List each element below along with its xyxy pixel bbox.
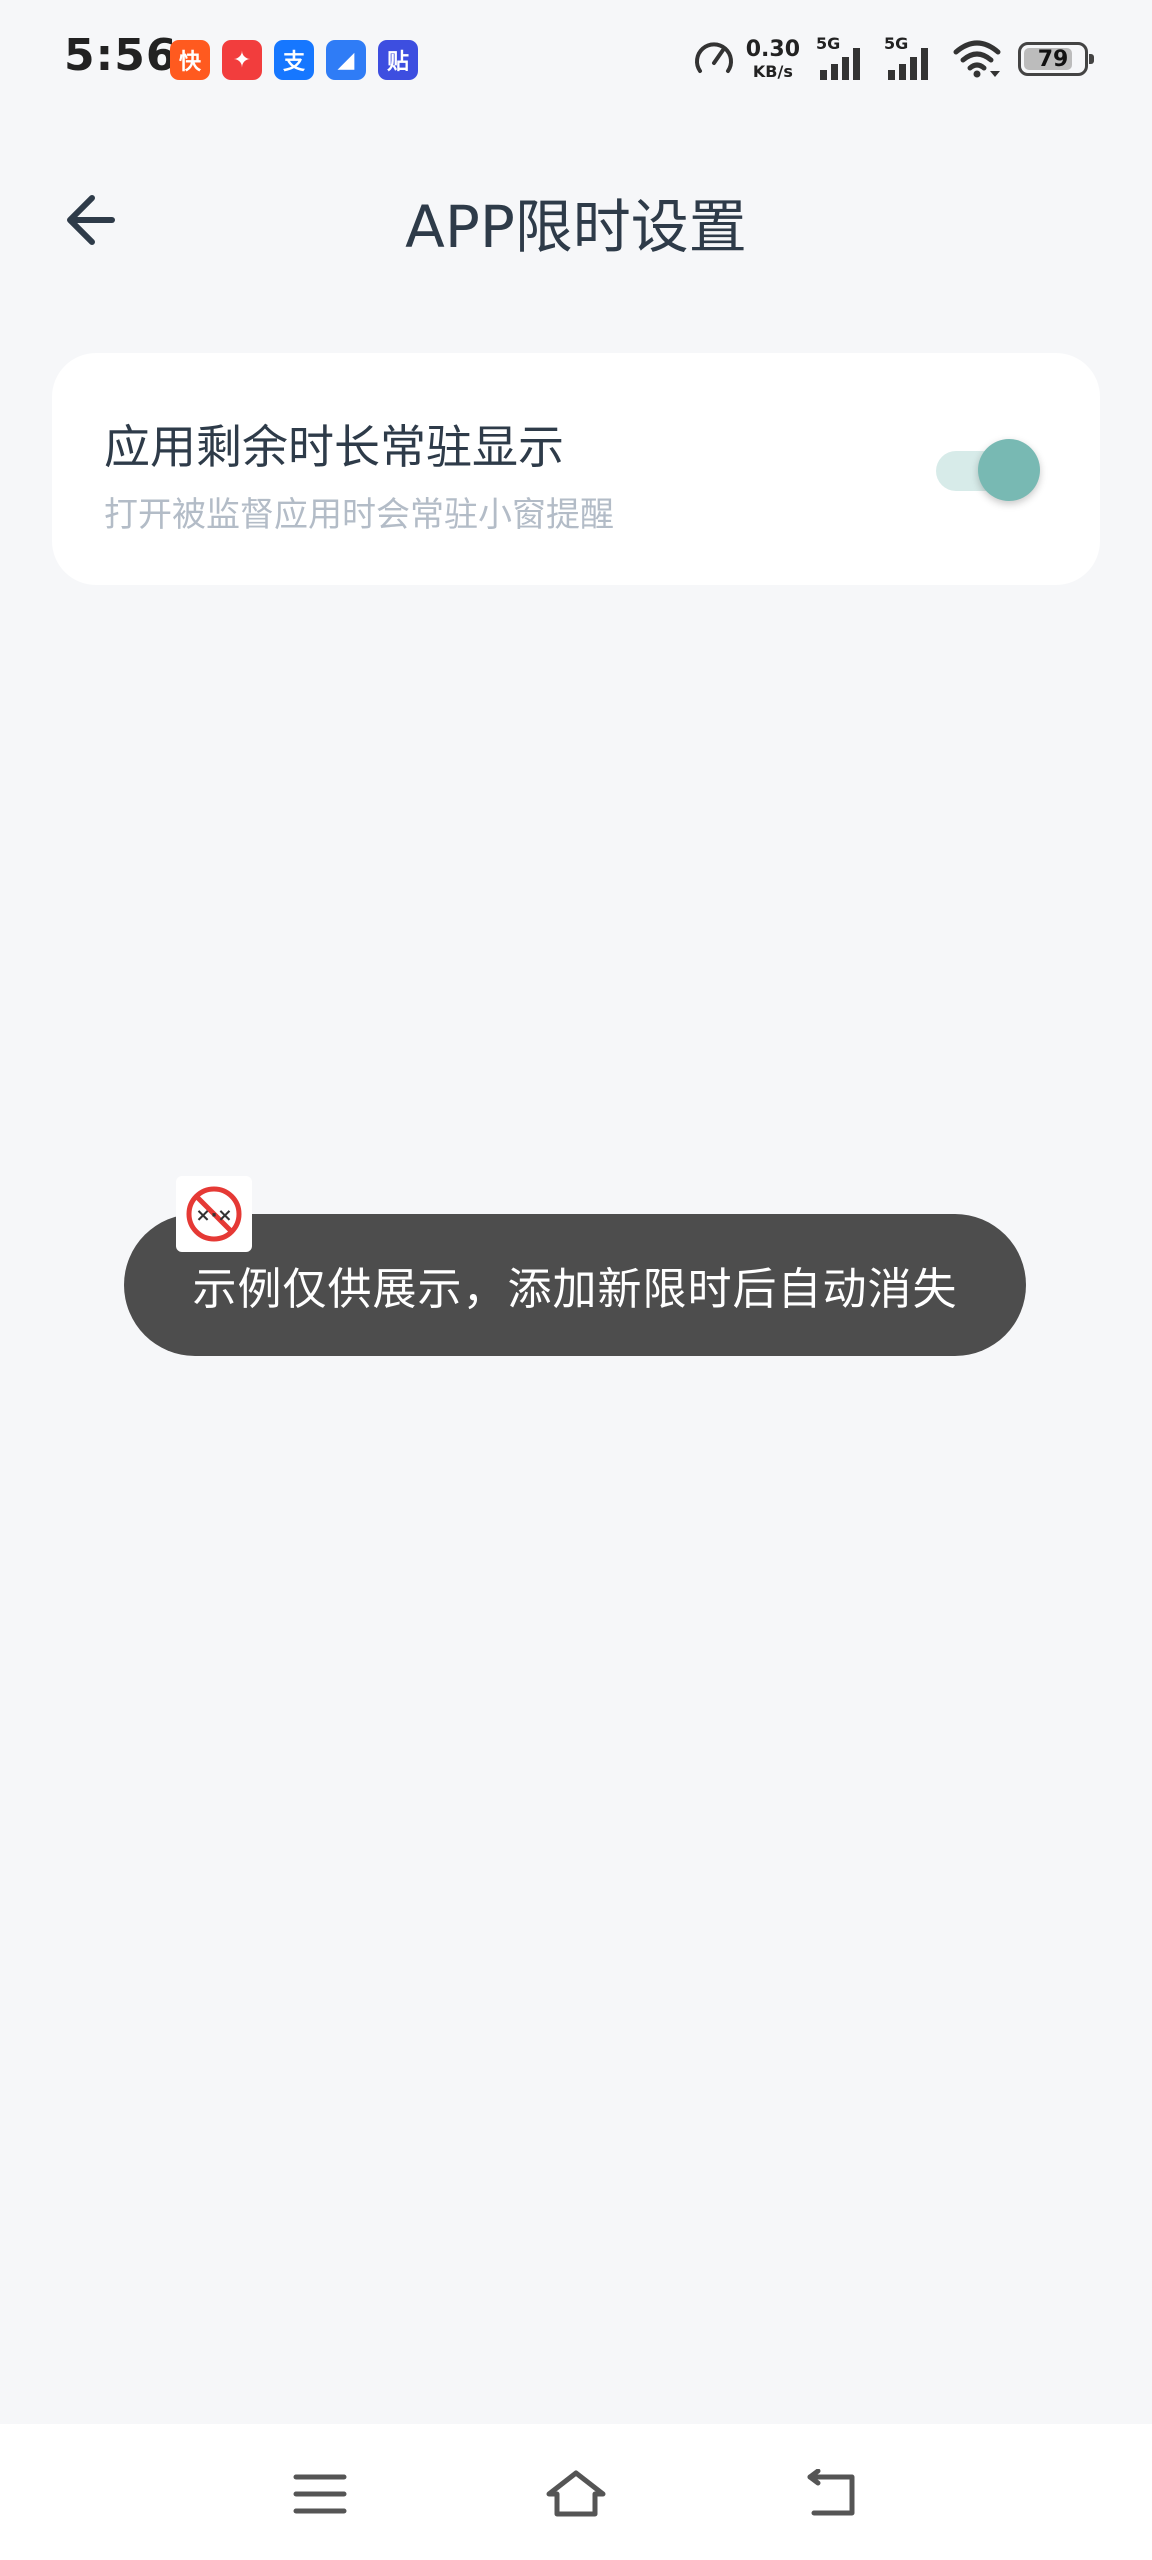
signal-bars-icon — [888, 48, 928, 80]
speedometer-icon — [694, 42, 733, 73]
setting-title: 应用剩余时长常驻显示 — [104, 420, 564, 474]
status-time: 5:56 — [64, 30, 178, 81]
battery-icon: 79 — [1018, 42, 1094, 76]
status-indicators: 0.30 KB/s 5G 5G 79 — [692, 34, 1094, 84]
signal-bars-icon — [820, 48, 860, 80]
setting-subtitle: 打开被监督应用时会常驻小窗提醒 — [104, 495, 614, 535]
menu-button[interactable] — [284, 2458, 356, 2530]
page-title: APP限时设置 — [405, 193, 747, 261]
toast-message: 示例仅供展示，添加新限时后自动消失 — [192, 1264, 958, 1315]
back-nav-button[interactable] — [796, 2458, 868, 2530]
toast: 示例仅供展示，添加新限时后自动消失 — [124, 1214, 1026, 1356]
wifi-icon — [953, 40, 1001, 78]
home-icon — [546, 2470, 606, 2517]
back-arrow-icon — [807, 2469, 855, 2516]
notification-icons: 快 ✦ 支 ◢ 贴 — [170, 40, 418, 80]
navigation-bar — [0, 2424, 1152, 2560]
kuaishou-icon: 快 — [170, 40, 210, 80]
setting-card: 应用剩余时长常驻显示 打开被监督应用时会常驻小窗提醒 — [52, 353, 1100, 585]
game-app-icon: ✦ — [222, 40, 262, 80]
speed-value: 0.30 — [745, 36, 800, 62]
prohibited-icon: ×·× — [176, 1176, 252, 1252]
alipay-icon: 支 — [274, 40, 314, 80]
network-speed: 0.30 KB/s — [692, 37, 800, 81]
speed-unit: KB/s — [752, 61, 793, 81]
browser-app-icon: ◢ — [326, 40, 366, 80]
svg-text:×·×: ×·× — [195, 1205, 232, 1226]
status-bar: 5:56 快 ✦ 支 ◢ 贴 0.30 KB/s 5G 5G 79 — [0, 0, 1152, 120]
tieba-icon: 贴 — [378, 40, 418, 80]
toggle-thumb — [978, 439, 1040, 501]
battery-level: 79 — [1037, 46, 1069, 72]
header: APP限时设置 — [0, 150, 1152, 280]
cellular-signal-2: 5G — [884, 34, 936, 84]
cellular-signal-1: 5G — [816, 34, 868, 84]
persistent-display-toggle[interactable] — [936, 437, 1040, 501]
home-button[interactable] — [540, 2458, 612, 2530]
menu-icon — [293, 2474, 347, 2514]
